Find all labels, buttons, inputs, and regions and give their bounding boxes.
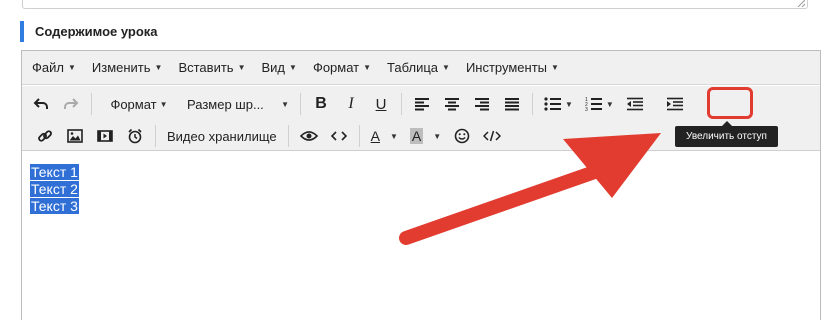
bullet-list-icon <box>544 97 561 111</box>
chevron-down-icon: ▼ <box>67 63 76 72</box>
image-button[interactable] <box>62 123 88 149</box>
align-center-button[interactable] <box>439 91 465 117</box>
link-button[interactable] <box>32 123 58 149</box>
section-title: Содержимое урока <box>35 24 158 39</box>
toolbar-separator <box>358 125 360 147</box>
align-right-icon <box>475 98 489 111</box>
content-line[interactable]: Текст 1 <box>22 164 820 181</box>
video-storage-button[interactable]: Видео хранилище <box>163 123 281 149</box>
chevron-down-icon: ▼ <box>551 63 559 72</box>
align-center-icon <box>445 98 459 111</box>
chevron-down-icon: ▼ <box>565 99 573 109</box>
editor-content-area[interactable]: Текст 1 Текст 2 Текст 3 <box>22 152 820 322</box>
align-justify-icon <box>505 98 519 111</box>
svg-text:3: 3 <box>585 107 588 111</box>
preview-button[interactable] <box>296 123 322 149</box>
undo-button[interactable] <box>28 91 54 117</box>
outdent-button[interactable] <box>622 91 648 117</box>
bold-button[interactable]: B <box>308 91 334 117</box>
undo-icon <box>33 98 48 109</box>
menu-format[interactable]: Формат ▼ <box>305 54 379 82</box>
media-icon <box>97 130 113 142</box>
toolbar-separator <box>91 93 92 115</box>
chevron-down-icon: ▼ <box>605 99 614 109</box>
toolbar-row-2: Видео хранилище A ▼ A ▼ <box>22 121 507 151</box>
menu-insert[interactable]: Вставить ▼ <box>170 54 253 82</box>
chevron-down-icon: ▼ <box>289 63 297 72</box>
redo-icon <box>64 98 79 109</box>
link-icon <box>38 130 52 142</box>
content-line[interactable]: Текст 2 <box>22 181 820 198</box>
chevron-down-icon: ▼ <box>154 63 163 72</box>
menu-tools[interactable]: Инструменты ▼ <box>458 54 567 82</box>
align-left-icon <box>415 98 429 111</box>
toolbar-separator <box>401 93 402 115</box>
chevron-down-icon: ▼ <box>433 131 442 141</box>
menu-view[interactable]: Вид ▼ <box>253 54 304 82</box>
align-left-button[interactable] <box>409 91 435 117</box>
editor-menubar: Файл ▼ Изменить ▼ Вставить ▼ Вид ▼ Формат ▼ Т… <box>22 51 820 85</box>
indent-icon <box>666 97 683 111</box>
alarm-button[interactable] <box>122 123 148 149</box>
section-accent-bar <box>20 21 24 42</box>
chevron-down-icon: ▼ <box>237 63 246 72</box>
image-icon <box>67 129 83 143</box>
indent-button[interactable] <box>662 91 688 117</box>
chevron-down-icon: ▼ <box>159 99 168 109</box>
text-color-button[interactable]: A ▼ <box>367 123 402 149</box>
indent-tooltip: Увеличить отступ <box>675 121 778 147</box>
media-button[interactable] <box>92 123 118 149</box>
menu-table[interactable]: Таблица ▼ <box>379 54 458 82</box>
chevron-down-icon: ▼ <box>281 99 289 109</box>
code-icon <box>330 131 347 141</box>
source-code-button[interactable] <box>479 123 505 149</box>
chevron-down-icon: ▼ <box>442 63 450 72</box>
emoji-button[interactable] <box>449 123 475 149</box>
chevron-down-icon: ▼ <box>389 131 398 141</box>
eye-icon <box>299 131 318 141</box>
content-line[interactable]: Текст 3 <box>22 198 820 215</box>
menu-file[interactable]: Файл ▼ <box>24 54 84 82</box>
source-code-icon <box>483 130 502 142</box>
chevron-down-icon: ▼ <box>363 63 372 72</box>
background-color-button[interactable]: A ▼ <box>406 123 445 149</box>
rich-text-editor: Файл ▼ Изменить ▼ Вставить ▼ Вид ▼ Формат ▼ Т… <box>21 50 821 322</box>
bullet-list-button[interactable]: ▼ <box>540 91 577 117</box>
align-justify-button[interactable] <box>499 91 525 117</box>
numbered-list-icon: 123 <box>585 97 602 111</box>
alarm-clock-icon <box>128 128 142 144</box>
toolbar-separator <box>300 93 301 115</box>
toolbar-separator <box>155 125 156 147</box>
underline-button[interactable]: U <box>368 91 394 117</box>
align-right-button[interactable] <box>469 91 495 117</box>
previous-textarea[interactable] <box>22 0 808 9</box>
menu-edit[interactable]: Изменить ▼ <box>84 54 171 82</box>
text-color-icon: A <box>370 128 380 144</box>
toolbar-row-1: Формат ▼ Размер шр... ▼ B I U ▼ 1 2 3 ▼ <box>22 89 690 119</box>
resize-grip-icon[interactable] <box>797 0 805 7</box>
emoji-icon <box>454 128 470 144</box>
toolbar-separator <box>532 93 533 115</box>
italic-button[interactable]: I <box>338 91 364 117</box>
outdent-icon <box>626 97 643 111</box>
code-sample-button[interactable] <box>326 123 352 149</box>
font-size-dropdown[interactable]: Размер шр... ▼ <box>183 91 293 117</box>
format-dropdown[interactable]: Формат ▼ <box>99 91 179 117</box>
toolbar-separator <box>287 125 289 147</box>
background-color-icon: A <box>409 128 424 144</box>
redo-button[interactable] <box>58 91 84 117</box>
section-header: Содержимое урока <box>20 21 158 42</box>
numbered-list-button[interactable]: 123 ▼ <box>581 91 618 117</box>
